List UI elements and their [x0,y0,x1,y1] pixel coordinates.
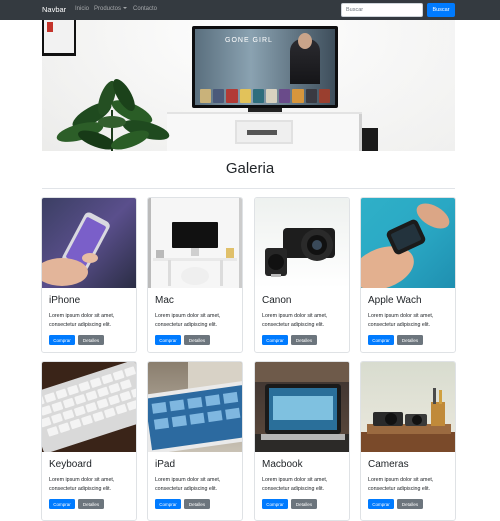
hero-tv: GONE GIRL [192,26,338,108]
nav-link-productos-label: Productos [94,6,122,12]
card-title: Cameras [368,459,409,470]
card-text: Lorem ipsum dolor sit amet, consectetur … [262,313,328,328]
poster [252,89,265,103]
poster [239,89,251,103]
card-text: Lorem ipsum dolor sit amet, consectetur … [368,477,434,492]
cameras-photo [361,388,455,452]
buy-button[interactable]: Comprar [155,499,181,509]
buy-button[interactable]: Comprar [368,335,394,345]
product-image-canon [255,198,349,288]
details-button[interactable]: Detalles [184,335,210,345]
card-text: Lorem ipsum dolor sit amet, consectetur … [49,477,115,492]
card-text: Lorem ipsum dolor sit amet, consectetur … [262,477,328,492]
buy-button[interactable]: Comprar [262,335,288,345]
nav-link-productos[interactable]: Productos [94,6,128,12]
details-button[interactable]: Detalles [397,335,423,345]
tv-movie-title: GONE GIRL [225,37,273,44]
buy-button[interactable]: Comprar [262,499,288,509]
details-button[interactable]: Detalles [78,335,104,345]
details-button[interactable]: Detalles [184,499,210,509]
tv-poster-row [200,89,331,103]
cabinet-device [247,130,277,135]
card-title: Keyboard [49,459,92,470]
poster [292,89,304,103]
poster [266,89,278,103]
product-image-iphone [42,198,136,288]
product-image-cameras [361,362,455,452]
poster [318,89,331,103]
navbar: Navbar Inicio Productos Contacto Buscar [0,0,500,20]
chevron-down-icon [123,7,128,10]
tv-person-head [298,33,312,49]
gallery-title: Galeria [225,160,275,177]
poster [305,89,317,103]
keyboard-photo [42,362,136,452]
divider [42,188,455,189]
buy-button[interactable]: Comprar [368,499,394,509]
card-text: Lorem ipsum dolor sit amet, consectetur … [368,313,434,328]
card-title: Apple Wach [368,295,422,306]
watch-photo [361,203,450,288]
poster [279,89,291,103]
product-card-ipad: iPad Lorem ipsum dolor sit amet, consect… [147,361,243,521]
iphone-photo [42,212,110,286]
nav-link-inicio[interactable]: Inicio [75,6,89,12]
card-title: Canon [262,295,292,306]
poster [226,89,238,103]
product-image-apple-wach [361,198,455,288]
navbar-brand[interactable]: Navbar [42,5,66,14]
nav-link-contacto[interactable]: Contacto [133,6,157,12]
product-image-mac [148,198,242,288]
plant-icon [56,79,170,151]
product-image-macbook [255,362,349,452]
details-button[interactable]: Detalles [291,335,317,345]
tv-cabinet [167,112,362,151]
product-card-iphone: iPhone Lorem ipsum dolor sit amet, conse… [41,197,137,353]
mac-photo [148,198,242,288]
details-button[interactable]: Detalles [78,499,104,509]
poster [200,89,212,103]
card-title: Macbook [262,459,303,470]
buy-button[interactable]: Comprar [155,335,181,345]
card-text: Lorem ipsum dolor sit amet, consectetur … [155,313,221,328]
macbook-photo [255,362,349,452]
buy-button[interactable]: Comprar [49,499,75,509]
search-input[interactable] [341,3,423,17]
product-image-keyboard [42,362,136,452]
search-button[interactable]: Buscar [427,3,455,17]
wall-picture-art [44,20,74,53]
product-card-keyboard: Keyboard Lorem ipsum dolor sit amet, con… [41,361,137,521]
wall-picture [42,20,76,56]
speaker-box [362,128,378,151]
details-button[interactable]: Detalles [291,499,317,509]
card-title: iPhone [49,295,81,306]
product-card-apple-wach: Apple Wach Lorem ipsum dolor sit amet, c… [360,197,456,353]
product-image-ipad [148,362,242,452]
card-text: Lorem ipsum dolor sit amet, consectetur … [49,313,115,328]
poster [213,89,225,103]
product-card-macbook: Macbook Lorem ipsum dolor sit amet, cons… [254,361,350,521]
hero-tv-screen: GONE GIRL [195,29,335,105]
buy-button[interactable]: Comprar [49,335,75,345]
card-text: Lorem ipsum dolor sit amet, consectetur … [155,477,221,492]
card-title: iPad [155,459,176,470]
details-button[interactable]: Detalles [397,499,423,509]
product-card-mac: Mac Lorem ipsum dolor sit amet, consecte… [147,197,243,353]
product-card-canon: Canon Lorem ipsum dolor sit amet, consec… [254,197,350,353]
card-title: Mac [155,295,174,306]
ipad-photo [148,362,242,452]
canon-photo [265,228,335,277]
hero-image: GONE GIRL [42,20,455,151]
product-card-cameras: Cameras Lorem ipsum dolor sit amet, cons… [360,361,456,521]
